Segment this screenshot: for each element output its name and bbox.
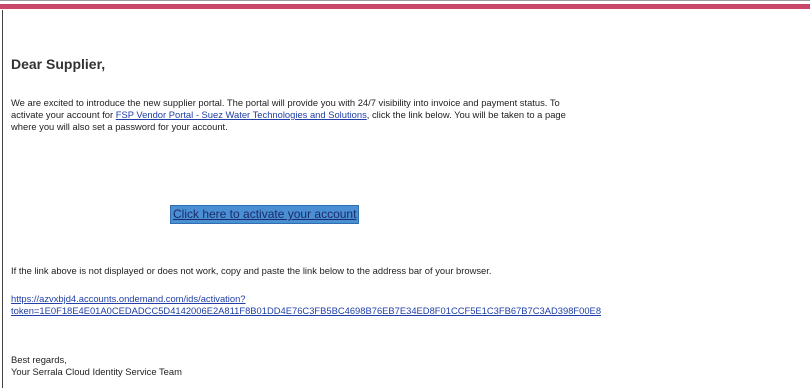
signoff-closing: Best regards, <box>11 354 67 365</box>
greeting: Dear Supplier, <box>11 56 106 72</box>
activation-url-line-2: token=1E0F18E4E01A0CEDADCC5D4142006E2A81… <box>11 305 602 316</box>
vendor-portal-link[interactable]: FSP Vendor Portal - Suez Water Technolog… <box>116 109 367 120</box>
activation-url-line-1: https://azvxbjd4.accounts.ondemand.com/i… <box>11 293 246 304</box>
email-body <box>2 10 808 388</box>
cta-container: Click here to activate your account <box>170 205 360 224</box>
email-header-bar <box>0 0 810 9</box>
help-text: If the link above is not displayed or do… <box>11 265 492 276</box>
signoff: Best regards, Your Serrala Cloud Identit… <box>11 354 182 378</box>
signoff-team: Your Serrala Cloud Identity Service Team <box>11 366 182 377</box>
activate-account-button[interactable]: Click here to activate your account <box>170 205 360 224</box>
activation-url-link[interactable]: https://azvxbjd4.accounts.ondemand.com/i… <box>11 293 807 317</box>
accent-stripe <box>0 4 810 9</box>
intro-paragraph: We are excited to introduce the new supp… <box>11 97 571 133</box>
